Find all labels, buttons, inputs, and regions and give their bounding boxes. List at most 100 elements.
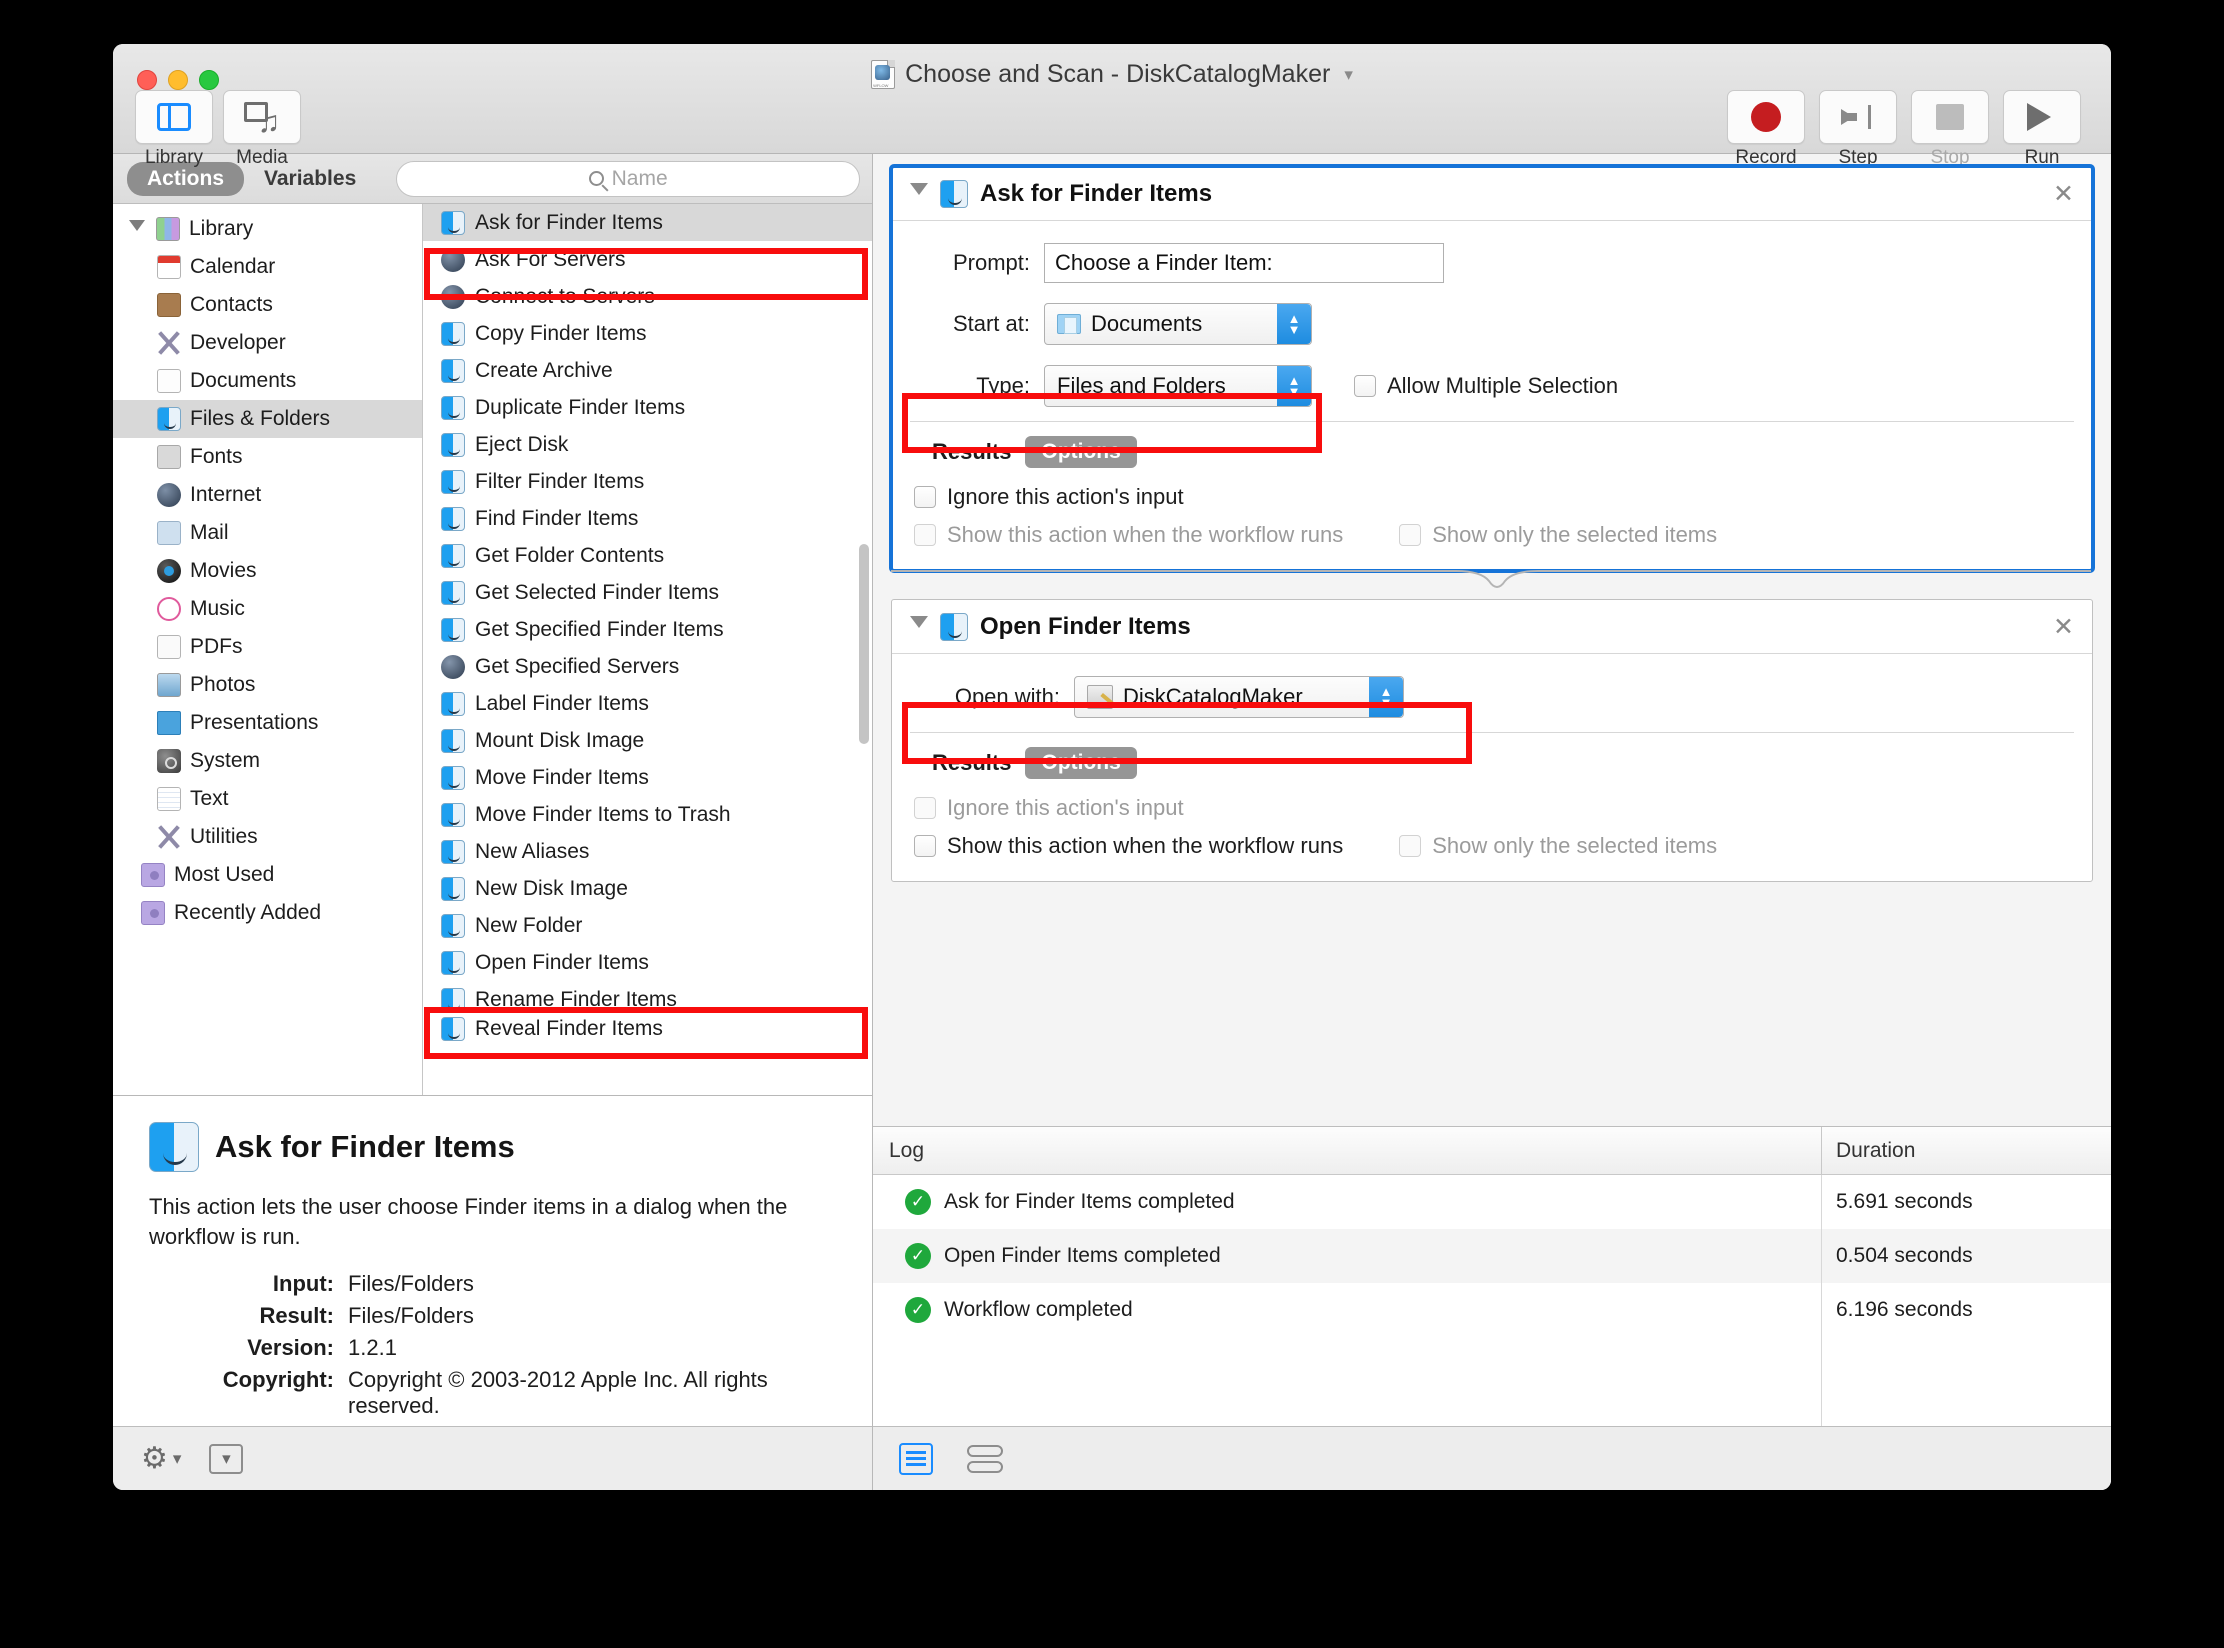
prompt-row: Prompt: Choose a Finder Item:: [910, 243, 2074, 283]
show-selected-label: Show only the selected items: [1432, 522, 1718, 547]
action-list-item-open-finder-items[interactable]: Open Finder Items: [423, 944, 872, 981]
show-selected-checkbox[interactable]: Show only the selected items: [1399, 833, 1717, 859]
options-tab[interactable]: Options: [1025, 747, 1137, 779]
sidebar-item-photos[interactable]: Photos: [113, 666, 422, 704]
action-list-item-move-finder-items[interactable]: Move Finder Items: [423, 759, 872, 796]
sidebar-item-pdfs[interactable]: PDFs: [113, 628, 422, 666]
results-label[interactable]: Results: [932, 750, 1011, 776]
workflow-action-open-finder-items[interactable]: Open Finder Items ✕ Open with: DiskCatal…: [891, 599, 2093, 882]
action-list-item-eject-disk[interactable]: Eject Disk: [423, 426, 872, 463]
options-tab[interactable]: Options: [1025, 436, 1137, 468]
log-row[interactable]: ✓ Open Finder Items completed 0.504 second…: [873, 1229, 2111, 1283]
log-row[interactable]: ✓ Ask for Finder Items completed 5.691 sec…: [873, 1175, 2111, 1229]
results-label[interactable]: Results: [932, 439, 1011, 465]
show-action-checkbox[interactable]: Show this action when the workflow runs: [914, 833, 1343, 859]
actions-scrollbar[interactable]: [859, 208, 869, 1091]
action-gear-menu[interactable]: ⚙ ▾: [141, 1443, 181, 1474]
sidebar-item-label: Calendar: [190, 255, 276, 278]
sidebar-item-label: Most Used: [174, 863, 275, 886]
action-list-item-get-folder-contents[interactable]: Get Folder Contents: [423, 537, 872, 574]
info-meta-value: 1.2.1: [348, 1334, 397, 1360]
disclosure-button[interactable]: ▾: [209, 1443, 244, 1474]
close-icon[interactable]: ✕: [2053, 179, 2074, 209]
action-list-item-ask-for-finder-items[interactable]: Ask for Finder Items: [423, 204, 872, 241]
action-list-item-new-folder[interactable]: New Folder: [423, 907, 872, 944]
action-list-item-copy-finder-items[interactable]: Copy Finder Items: [423, 315, 872, 352]
disclosure-triangle-icon[interactable]: [910, 616, 928, 637]
workflow-canvas[interactable]: Ask for Finder Items ✕ Prompt: Choose a …: [873, 154, 2111, 1126]
action-list-item-rename-finder-items[interactable]: Rename Finder Items: [423, 981, 872, 1018]
sidebar-item-fonts[interactable]: Fonts: [113, 438, 422, 476]
workflow-action-ask-for-finder-items[interactable]: Ask for Finder Items ✕ Prompt: Choose a …: [889, 164, 2095, 573]
log-split-view-button[interactable]: [967, 1443, 1003, 1475]
action-list-item-new-disk-image[interactable]: New Disk Image: [423, 870, 872, 907]
sidebar-item-most-used[interactable]: Most Used: [113, 856, 422, 894]
sidebar-item-utilities[interactable]: Utilities: [113, 818, 422, 856]
toolbar-library-label: Library: [144, 147, 204, 168]
sidebar-item-documents[interactable]: Documents: [113, 362, 422, 400]
prompt-field[interactable]: Choose a Finder Item:: [1044, 243, 1444, 283]
search-icon: [588, 171, 604, 186]
success-icon: ✓: [905, 1189, 931, 1215]
disclosure-triangle-icon[interactable]: [910, 183, 928, 204]
log-column-header-duration: Duration: [1821, 1127, 2111, 1174]
action-list-item-connect-to-servers[interactable]: Connect to Servers: [423, 278, 872, 315]
open-with-popup[interactable]: DiskCatalogMaker ▲ ▼: [1074, 676, 1404, 718]
library-bottom-bar: ⚙ ▾ ▾: [113, 1426, 872, 1490]
sidebar-item-recently-added[interactable]: Recently Added: [113, 894, 422, 932]
sidebar-item-library[interactable]: Library: [113, 210, 422, 248]
type-row: Type: Files and Folders ▲ ▼ Allow Multipl…: [910, 365, 2074, 407]
show-action-checkbox[interactable]: Show this action when the workflow runs: [914, 522, 1343, 548]
sidebar-item-music[interactable]: Music: [113, 590, 422, 628]
action-list-item-filter-finder-items[interactable]: Filter Finder Items: [423, 463, 872, 500]
chevron-down-icon[interactable]: ▾: [1344, 65, 1353, 85]
close-icon[interactable]: ✕: [2053, 612, 2074, 642]
toolbar-item-library[interactable]: Library: [135, 90, 213, 169]
toolbar-item-media[interactable]: ♫ Media: [223, 90, 301, 169]
action-list-item-reveal-finder-items[interactable]: Reveal Finder Items: [423, 1017, 872, 1041]
sidebar-item-system[interactable]: System: [113, 742, 422, 780]
action-list-item-move-finder-items-to-trash[interactable]: Move Finder Items to Trash: [423, 796, 872, 833]
fonts-icon: [157, 445, 181, 469]
action-list-item-create-archive[interactable]: Create Archive: [423, 352, 872, 389]
action-list-item-get-selected-finder-items[interactable]: Get Selected Finder Items: [423, 574, 872, 611]
action-list-item-ask-for-servers[interactable]: Ask For Servers: [423, 241, 872, 278]
sidebar-item-presentations[interactable]: Presentations: [113, 704, 422, 742]
start-at-popup[interactable]: Documents ▲ ▼: [1044, 303, 1312, 345]
ignore-input-checkbox[interactable]: Ignore this action's input: [914, 795, 2074, 821]
disclosure-triangle-icon[interactable]: [129, 219, 145, 239]
sidebar-item-mail[interactable]: Mail: [113, 514, 422, 552]
sidebar-item-contacts[interactable]: Contacts: [113, 286, 422, 324]
action-list-item-mount-disk-image[interactable]: Mount Disk Image: [423, 722, 872, 759]
allow-multiple-selection-checkbox[interactable]: Allow Multiple Selection: [1354, 373, 1618, 399]
action-list-item-find-finder-items[interactable]: Find Finder Items: [423, 500, 872, 537]
sidebar-item-internet[interactable]: Internet: [113, 476, 422, 514]
action-options: Ignore this action's input Show this act…: [910, 484, 2074, 560]
ignore-input-checkbox[interactable]: Ignore this action's input: [914, 484, 2074, 510]
action-list-item-duplicate-finder-items[interactable]: Duplicate Finder Items: [423, 389, 872, 426]
action-list-item-new-aliases[interactable]: New Aliases: [423, 833, 872, 870]
log-row[interactable]: ✓ Workflow completed 6.196 seconds: [873, 1283, 2111, 1337]
sidebar-item-movies[interactable]: Movies: [113, 552, 422, 590]
finder-icon: [441, 802, 465, 827]
sidebar-item-text[interactable]: Text: [113, 780, 422, 818]
mail-icon: [157, 521, 181, 545]
sidebar-item-label: System: [190, 749, 261, 772]
action-list-item-get-specified-finder-items[interactable]: Get Specified Finder Items: [423, 611, 872, 648]
action-list-item-get-specified-servers[interactable]: Get Specified Servers: [423, 648, 872, 685]
action-list-item-label: Eject Disk: [475, 432, 569, 456]
search-input[interactable]: Name: [396, 160, 860, 197]
type-popup[interactable]: Files and Folders ▲ ▼: [1044, 365, 1312, 407]
action-list-item-label: Rename Finder Items: [475, 987, 677, 1011]
ignore-input-label: Ignore this action's input: [947, 484, 1184, 509]
sidebar-item-files-folders[interactable]: Files & Folders: [113, 400, 422, 438]
finder-icon: [441, 913, 465, 938]
actions-scroll-thumb[interactable]: [859, 543, 869, 744]
success-icon: ✓: [905, 1297, 931, 1323]
log-list-view-button[interactable]: [899, 1442, 933, 1475]
action-list-item-label-finder-items[interactable]: Label Finder Items: [423, 685, 872, 722]
show-selected-checkbox[interactable]: Show only the selected items: [1399, 522, 1717, 548]
log-duration: 6.196 seconds: [1821, 1283, 2111, 1337]
sidebar-item-developer[interactable]: Developer: [113, 324, 422, 362]
sidebar-item-calendar[interactable]: Calendar: [113, 248, 422, 286]
